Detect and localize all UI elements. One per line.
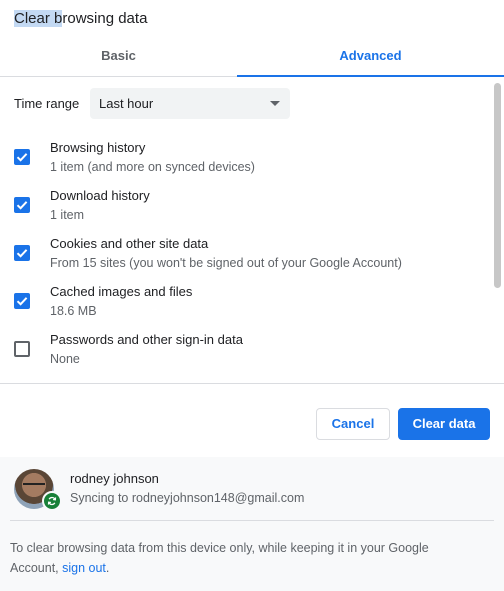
checkbox-download-history[interactable] [14, 197, 30, 213]
time-range-dropdown[interactable]: Last hour [90, 88, 290, 119]
scrollbar[interactable] [494, 80, 502, 380]
dialog-title: Clear browsing data [14, 10, 147, 27]
option-label: Cached images and files [50, 284, 193, 299]
clear-data-button[interactable]: Clear data [398, 408, 490, 440]
checkmark-icon [16, 153, 28, 162]
checkmark-icon [16, 297, 28, 306]
tab-basic[interactable]: Basic [0, 40, 237, 76]
checkmark-icon [16, 201, 28, 210]
cancel-button[interactable]: Cancel [316, 408, 390, 440]
option-download-history: Download history 1 item [0, 188, 490, 236]
account-sync-status: Syncing to rodneyjohnson148@gmail.com [70, 491, 305, 505]
option-cached-images: Cached images and files 18.6 MB [0, 284, 490, 332]
option-detail: 1 item [50, 208, 85, 222]
sync-icon [42, 491, 62, 511]
dialog-title-rest: rowsing data [62, 10, 148, 27]
option-label: Passwords and other sign-in data [50, 332, 243, 347]
checkbox-browsing-history[interactable] [14, 149, 30, 165]
tab-advanced[interactable]: Advanced [237, 40, 504, 77]
option-browsing-history: Browsing history 1 item (and more on syn… [0, 140, 490, 188]
option-detail: 18.6 MB [50, 304, 97, 318]
option-label: Browsing history [50, 140, 146, 155]
account-footer: rodney johnson Syncing to rodneyjohnson1… [0, 457, 504, 591]
chevron-down-icon [270, 101, 280, 106]
divider [0, 383, 504, 384]
option-cookies: Cookies and other site data From 15 site… [0, 236, 490, 284]
time-range-label: Time range [14, 96, 80, 111]
divider [10, 520, 494, 521]
dialog-title-selected: Clear b [14, 10, 63, 27]
option-detail: From 15 sites (you won't be signed out o… [50, 256, 402, 270]
checkbox-passwords[interactable] [14, 341, 30, 357]
checkbox-cookies[interactable] [14, 245, 30, 261]
scrollbar-thumb[interactable] [494, 83, 501, 288]
checkbox-cached-images[interactable] [14, 293, 30, 309]
option-passwords: Passwords and other sign-in data None [0, 332, 490, 380]
checkmark-icon [16, 249, 28, 258]
sign-out-link[interactable]: sign out [62, 561, 106, 575]
footer-note: To clear browsing data from this device … [10, 541, 429, 575]
option-detail: 1 item (and more on synced devices) [50, 160, 255, 174]
tab-bar: Basic Advanced [0, 40, 504, 77]
option-label: Cookies and other site data [50, 236, 209, 251]
advanced-panel: Time range Last hour Browsing history 1 … [0, 77, 504, 383]
account-name: rodney johnson [70, 471, 159, 486]
option-label: Download history [50, 188, 150, 203]
option-detail: None [50, 352, 80, 366]
time-range-value: Last hour [99, 96, 154, 111]
